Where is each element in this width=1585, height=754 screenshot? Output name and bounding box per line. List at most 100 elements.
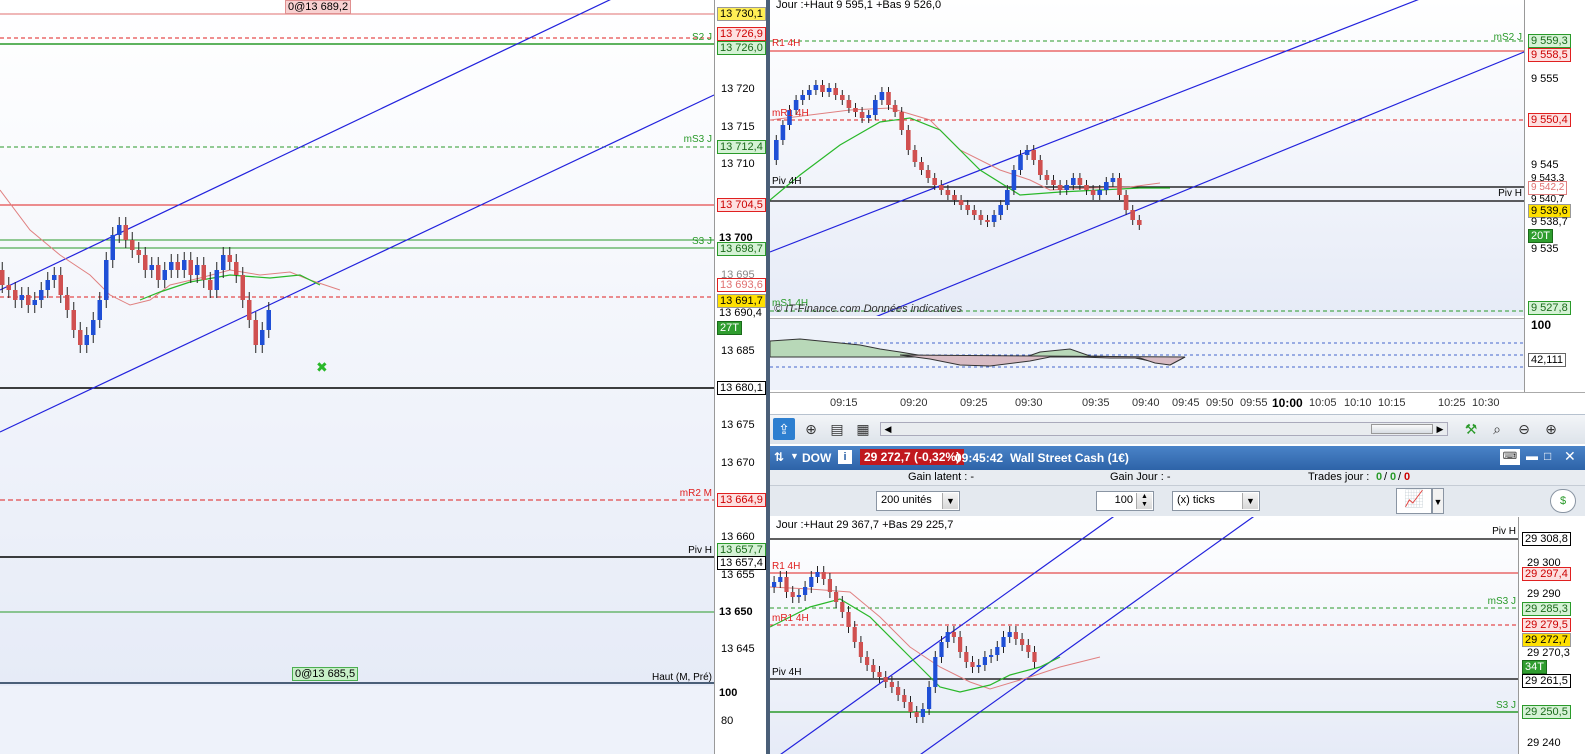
chevron-down-icon[interactable]: ▼: [1432, 488, 1444, 514]
candle-body: [97, 300, 102, 320]
time-tick: 09:45: [1172, 397, 1200, 409]
dow-order-bar: 200 unités ▼ 100 ▲ ▼ (x) ticks ▼ 📈 ▼ $: [770, 486, 1585, 516]
axis-level-13680-1: 13 680,1: [717, 381, 766, 395]
cac-tick-badge: 20T: [1528, 229, 1553, 243]
candle-body: [1051, 180, 1056, 185]
axis-level-13698-7: 13 698,7: [717, 242, 766, 256]
bottom-order-marker[interactable]: 0@13 685,5: [292, 667, 359, 681]
table-icon[interactable]: ▦: [852, 418, 874, 440]
strategy-chart-icon[interactable]: 📈: [1396, 488, 1432, 514]
maximize-icon[interactable]: □: [1544, 449, 1551, 463]
candle-body: [6, 285, 11, 290]
top-order-marker[interactable]: 0@13 689,2: [285, 0, 352, 14]
left-price-chart[interactable]: ✖ 0@13 689,2 0@13 685,5 S2 J mS3 J S3 J …: [0, 0, 714, 686]
candle-body: [958, 637, 963, 652]
candle-body: [1104, 182, 1109, 190]
zoom-fit-icon[interactable]: ⌕: [1486, 418, 1508, 440]
candle-body: [809, 577, 814, 587]
instrument-name[interactable]: DOW: [802, 451, 831, 465]
scroll-right-icon[interactable]: ▶: [1433, 423, 1447, 435]
dow-label-r1: R1 4H: [772, 561, 801, 572]
scroll-thumb[interactable]: [1371, 424, 1433, 434]
ticks-mode-select[interactable]: (x) ticks ▼: [1172, 491, 1260, 511]
candle-body: [945, 190, 951, 195]
candle-body: [978, 215, 984, 220]
dow-window-titlebar[interactable]: ⇅ ▼ DOW i 29 272,7 (-0,32%) 09:45:42 Wal…: [770, 446, 1585, 470]
candle-body: [1084, 185, 1089, 190]
candle-body: [1090, 190, 1096, 195]
cac-label-mr1: mR1 4H: [772, 108, 809, 119]
candle-body: [1020, 639, 1025, 645]
settings-icon[interactable]: $: [1550, 489, 1576, 513]
dow-last-price: 29 272,7: [1522, 633, 1571, 647]
cac-axis-ms2: 9 559,3: [1528, 34, 1571, 48]
candle-body: [1011, 170, 1017, 190]
dow-label-ms3: mS3 J: [1487, 596, 1516, 607]
ticks-input[interactable]: 100 ▲ ▼: [1096, 491, 1154, 511]
candle-body: [800, 95, 805, 100]
drawing-tool-icon[interactable]: ⚒: [1460, 418, 1482, 440]
time-tick: 10:30: [1472, 397, 1500, 409]
axis-level-13726-9: 13 726,9: [717, 27, 766, 41]
zoom-in-icon[interactable]: ⊕: [1540, 418, 1562, 440]
price-change-badge: 29 272,7 (-0,32%): [860, 449, 965, 465]
candle-body: [110, 235, 115, 260]
time-tick: 10:10: [1344, 397, 1372, 409]
cac-price-axis[interactable]: 9 559,3 9 558,5 9 555 9 550,4 9 545 9 54…: [1524, 0, 1585, 392]
candle-body: [1038, 160, 1043, 175]
trades-value-1: 0: [1376, 471, 1383, 483]
trades-value-3: 0: [1404, 471, 1411, 483]
candle-body: [1110, 178, 1116, 182]
dow-axis-ms3: 29 285,3: [1522, 602, 1571, 616]
candle-body: [858, 642, 863, 657]
candle-body: [78, 330, 83, 345]
candle-body: [965, 205, 970, 210]
list-icon[interactable]: ▤: [826, 418, 848, 440]
units-select[interactable]: 200 unités ▼: [876, 491, 960, 511]
candle-body: [188, 260, 193, 275]
candle-body: [247, 300, 252, 320]
candle-body: [951, 632, 956, 637]
tick-badge: 27T: [717, 321, 742, 335]
candle-body: [84, 335, 89, 345]
candle-body: [976, 665, 981, 667]
candle-body: [813, 85, 819, 90]
chevron-down-icon: ▼: [942, 493, 958, 509]
dow-axis-mr1: 29 279,5: [1522, 618, 1571, 632]
cac-price-chart[interactable]: Jour :+Haut 9 595,1 +Bas 9 526,0 R1 4H m…: [770, 0, 1524, 316]
share-icon[interactable]: ⇪: [773, 418, 795, 440]
chart-scrollbar[interactable]: ◀ ▶: [880, 422, 1448, 436]
scroll-left-icon[interactable]: ◀: [881, 423, 895, 435]
candle-body: [896, 687, 901, 695]
dow-price-axis[interactable]: 29 308,8 29 300 29 297,4 29 290 29 285,3…: [1518, 517, 1585, 754]
candle-body: [803, 587, 808, 595]
candle-body: [26, 295, 31, 305]
chevron-down-icon: ▼: [1242, 493, 1258, 509]
dow-axis-s3: 29 250,5: [1522, 705, 1571, 719]
zoom-out-icon[interactable]: ⊖: [1513, 418, 1535, 440]
window-menu-icon[interactable]: ⇅: [774, 450, 784, 464]
minimize-icon[interactable]: ▬: [1526, 449, 1538, 463]
close-icon[interactable]: ✕: [1564, 448, 1576, 465]
left-candles: [0, 217, 271, 353]
chevron-down-icon[interactable]: ▼: [790, 451, 799, 461]
time-axis[interactable]: 09:15 09:20 09:25 09:30 09:35 09:40 09:4…: [770, 392, 1585, 414]
osc-axis-80: 80: [721, 715, 734, 727]
dow-price-chart[interactable]: Jour :+Haut 29 367,7 +Bas 29 225,7 Piv H…: [770, 517, 1518, 754]
keyboard-icon[interactable]: ⌨: [1500, 449, 1520, 465]
time-tick: 09:35: [1082, 397, 1110, 409]
candle-body: [130, 240, 135, 250]
time-tick: 10:25: [1438, 397, 1466, 409]
candle-body: [1123, 195, 1129, 210]
stepper-icon[interactable]: ▲ ▼: [1136, 493, 1152, 509]
axis-tick: 13 715: [721, 121, 755, 133]
left-price-axis[interactable]: 13 730,1 13 726,9 13 726,0 13 720 13 715…: [714, 0, 766, 754]
cac-label-r1: R1 4H: [772, 38, 801, 49]
cac-label-piv-h: Piv H: [1498, 188, 1522, 199]
info-icon[interactable]: i: [838, 450, 852, 464]
candle-body: [889, 682, 894, 687]
crosshair-icon[interactable]: ⊕: [800, 418, 822, 440]
cac-label-ms2: mS2 J: [1493, 32, 1522, 43]
trades-sep: /: [1384, 471, 1388, 483]
cac-day-header: Jour :+Haut 9 595,1 +Bas 9 526,0: [776, 0, 942, 11]
